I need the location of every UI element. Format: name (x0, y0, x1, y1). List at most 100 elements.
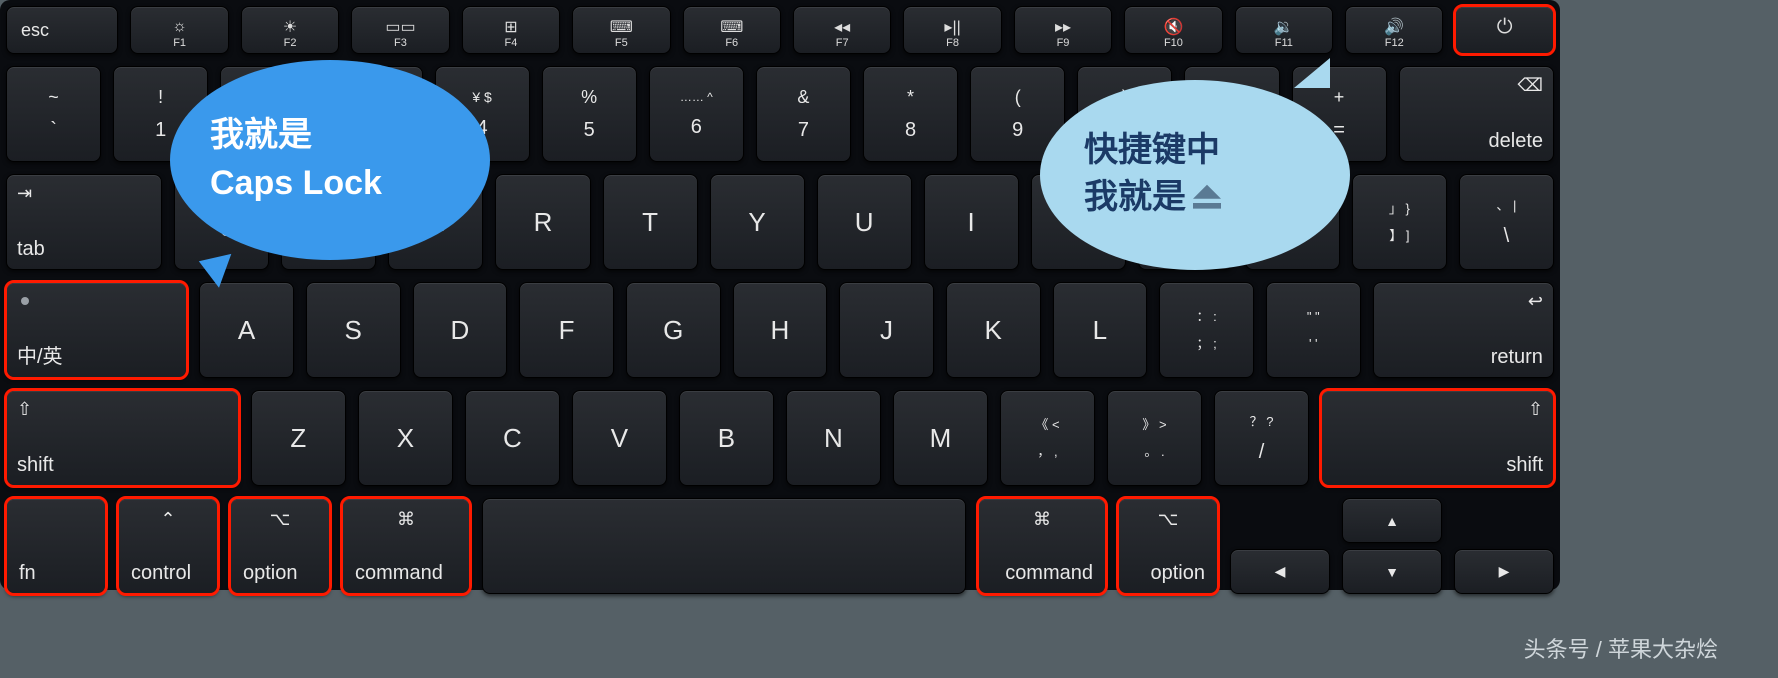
fn-key[interactable]: fn (6, 498, 106, 594)
f9-key[interactable]: ▸▸F9 (1014, 6, 1112, 54)
brightness-low-icon: ☼ (172, 18, 187, 36)
tab-key[interactable]: ⇥tab (6, 174, 162, 270)
command-icon: ⌘ (1033, 509, 1051, 530)
f1-key[interactable]: ☼F1 (130, 6, 228, 54)
c-key[interactable]: C (465, 390, 560, 486)
i-key[interactable]: I (924, 174, 1019, 270)
semicolon-key[interactable]: ： :； ; (1159, 282, 1254, 378)
delete-key[interactable]: ⌫delete (1399, 66, 1554, 162)
a-key[interactable]: A (199, 282, 294, 378)
arrow-left-icon: ◀ (1275, 563, 1286, 580)
r-key[interactable]: R (495, 174, 590, 270)
arrow-down-key[interactable]: ▼ (1342, 549, 1442, 594)
play-pause-icon: ▸|| (944, 17, 960, 37)
home-row: 中/英 A S D F G H J K L ： :； ; " "' ' ↩ret… (6, 282, 1554, 378)
brightness-high-icon: ☀ (283, 17, 297, 37)
tab-icon: ⇥ (17, 183, 32, 204)
d-key[interactable]: D (413, 282, 508, 378)
quote-key[interactable]: " "' ' (1266, 282, 1361, 378)
y-key[interactable]: Y (710, 174, 805, 270)
keyboard-brightness-high-icon: ⌨ (720, 17, 743, 37)
z-key[interactable]: Z (251, 390, 346, 486)
j-key[interactable]: J (839, 282, 934, 378)
period-key[interactable]: 》 >。 . (1107, 390, 1202, 486)
f8-key[interactable]: ▸||F8 (903, 6, 1001, 54)
function-row: esc ☼F1 ☀F2 ▭▭F3 ⊞F4 ⌨F5 ⌨F6 ◂◂F7 ▸||F8 … (6, 6, 1554, 54)
return-icon: ↩ (1528, 291, 1543, 312)
left-option-key[interactable]: ⌥option (230, 498, 330, 594)
f2-key[interactable]: ☀F2 (241, 6, 339, 54)
s-key[interactable]: S (306, 282, 401, 378)
left-shift-key[interactable]: ⇧shift (6, 390, 239, 486)
next-track-icon: ▸▸ (1055, 17, 1071, 37)
comma-key[interactable]: 《 <， , (1000, 390, 1095, 486)
digit-5-key[interactable]: %5 (542, 66, 637, 162)
keyboard: esc ☼F1 ☀F2 ▭▭F3 ⊞F4 ⌨F5 ⌨F6 ◂◂F7 ▸||F8 … (0, 0, 1560, 590)
l-key[interactable]: L (1053, 282, 1148, 378)
arrow-up-key[interactable]: ▲ (1342, 498, 1442, 543)
option-icon: ⌥ (270, 509, 291, 530)
return-key[interactable]: ↩return (1373, 282, 1554, 378)
f3-key[interactable]: ▭▭F3 (351, 6, 449, 54)
f10-key[interactable]: 🔇F10 (1124, 6, 1222, 54)
previous-track-icon: ◂◂ (834, 17, 850, 37)
launchpad-icon: ⊞ (504, 17, 517, 37)
arrow-up-icon: ▲ (1385, 513, 1399, 529)
x-key[interactable]: X (358, 390, 453, 486)
f-key[interactable]: F (519, 282, 614, 378)
option-icon: ⌥ (1158, 509, 1179, 530)
shift-icon: ⇧ (17, 399, 32, 420)
digit-7-key[interactable]: &7 (756, 66, 851, 162)
arrow-right-icon: ▶ (1499, 563, 1510, 580)
arrow-right-key[interactable]: ▶ (1454, 549, 1554, 594)
f5-key[interactable]: ⌨F5 (572, 6, 670, 54)
shift-icon: ⇧ (1528, 399, 1543, 420)
eject-icon (1190, 176, 1224, 224)
t-key[interactable]: T (603, 174, 698, 270)
k-key[interactable]: K (946, 282, 1041, 378)
command-icon: ⌘ (397, 509, 415, 530)
f7-key[interactable]: ◂◂F7 (793, 6, 891, 54)
power-eject-callout: 快捷键中 我就是 (1040, 80, 1350, 270)
h-key[interactable]: H (733, 282, 828, 378)
right-shift-key[interactable]: ⇧shift (1321, 390, 1554, 486)
left-command-key[interactable]: ⌘command (342, 498, 470, 594)
f12-key[interactable]: 🔊F12 (1345, 6, 1443, 54)
backslash-key[interactable]: 、 |\ (1459, 174, 1554, 270)
esc-key[interactable]: esc (6, 6, 118, 54)
backspace-icon: ⌫ (1518, 75, 1543, 96)
volume-down-icon: 🔉 (1274, 17, 1294, 37)
caps-indicator-icon (21, 297, 29, 305)
right-option-key[interactable]: ⌥option (1118, 498, 1218, 594)
modifier-row: fn ⌃control ⌥option ⌘command ⌘command ⌥o… (6, 498, 1554, 594)
m-key[interactable]: M (893, 390, 988, 486)
b-key[interactable]: B (679, 390, 774, 486)
volume-up-icon: 🔊 (1384, 17, 1404, 37)
digit-6-key[interactable]: …… ^6 (649, 66, 744, 162)
caps-lock-key[interactable]: 中/英 (6, 282, 187, 378)
right-command-key[interactable]: ⌘command (978, 498, 1106, 594)
slash-key[interactable]: ？ ?/ (1214, 390, 1309, 486)
keyboard-brightness-low-icon: ⌨ (610, 17, 633, 37)
power-key[interactable]: ⏻ (1455, 6, 1553, 54)
v-key[interactable]: V (572, 390, 667, 486)
g-key[interactable]: G (626, 282, 721, 378)
f4-key[interactable]: ⊞F4 (462, 6, 560, 54)
mission-control-icon: ▭▭ (385, 17, 415, 37)
arrow-left-key[interactable]: ◀ (1230, 549, 1330, 594)
watermark: 头条号 / 苹果大杂烩 (1524, 632, 1718, 664)
space-key[interactable] (482, 498, 966, 594)
power-icon: ⏻ (1497, 16, 1513, 39)
arrow-down-icon: ▼ (1385, 564, 1399, 580)
f11-key[interactable]: 🔉F11 (1235, 6, 1333, 54)
n-key[interactable]: N (786, 390, 881, 486)
mute-icon: 🔇 (1163, 17, 1183, 37)
u-key[interactable]: U (817, 174, 912, 270)
f6-key[interactable]: ⌨F6 (683, 6, 781, 54)
backtick-key[interactable]: ~` (6, 66, 101, 162)
right-bracket-key[interactable]: 」 }】 ] (1352, 174, 1447, 270)
control-icon: ⌃ (160, 509, 175, 530)
control-key[interactable]: ⌃control (118, 498, 218, 594)
caps-lock-callout: 我就是 Caps Lock (170, 60, 490, 260)
digit-8-key[interactable]: *8 (863, 66, 958, 162)
